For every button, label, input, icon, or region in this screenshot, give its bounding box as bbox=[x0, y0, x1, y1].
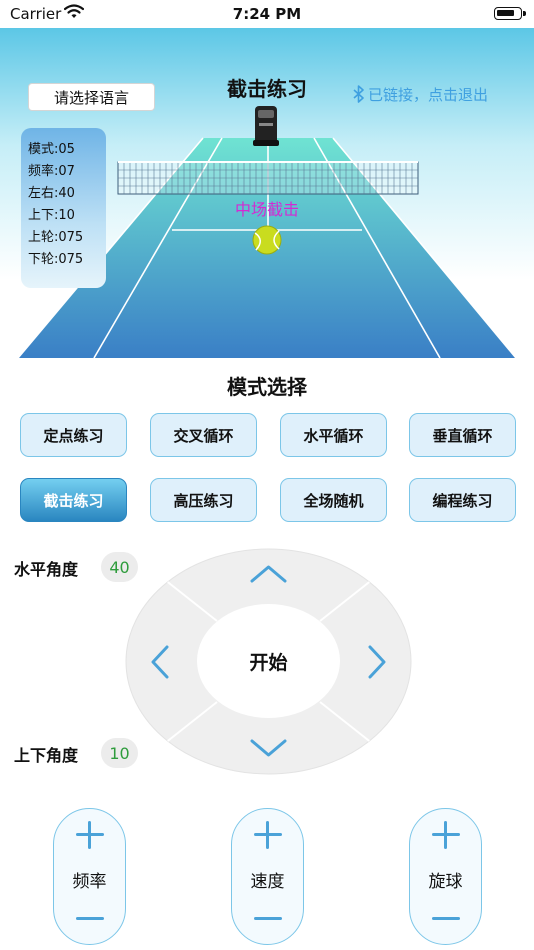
mode-section-title: 模式选择 bbox=[227, 375, 307, 399]
horizontal-angle-label: 水平角度 bbox=[14, 560, 79, 579]
mode-button-programming[interactable]: 编程练习 bbox=[409, 478, 516, 522]
mode-button-overhead[interactable]: 高压练习 bbox=[150, 478, 257, 522]
bluetooth-status-button[interactable]: 已链接，点击退出 bbox=[352, 84, 488, 105]
info-row-mode: 模式:05 bbox=[28, 142, 75, 157]
clock: 7:24 PM bbox=[232, 5, 302, 23]
status-bar: Carrier 7:24 PM bbox=[0, 0, 534, 28]
speed-plus-icon[interactable] bbox=[254, 821, 282, 849]
mode-button-vertical-loop[interactable]: 垂直循环 bbox=[409, 413, 516, 457]
frequency-label: 频率 bbox=[72, 872, 107, 892]
vertical-angle-label: 上下角度 bbox=[14, 746, 79, 765]
mode-button-volley[interactable]: 截击练习 bbox=[20, 478, 127, 522]
app-screen: Carrier 7:24 PM 请选择语言 截击练习 已链接，点击退出 模式:0… bbox=[0, 0, 534, 950]
ball-machine-icon bbox=[253, 106, 279, 146]
frequency-minus-icon[interactable] bbox=[76, 905, 104, 933]
spin-plus-icon[interactable] bbox=[432, 821, 460, 849]
zone-label: 中场截击 bbox=[234, 200, 299, 219]
speed-minus-icon[interactable] bbox=[254, 905, 282, 933]
info-row-top-wheel: 上轮:075 bbox=[28, 230, 84, 245]
bluetooth-icon bbox=[353, 85, 364, 103]
tennis-net bbox=[117, 161, 419, 195]
tennis-ball-icon bbox=[252, 225, 282, 255]
info-row-bottom-wheel: 下轮:075 bbox=[28, 252, 84, 267]
frequency-stepper: 频率 bbox=[53, 808, 126, 945]
mode-button-cross-loop[interactable]: 交叉循环 bbox=[150, 413, 257, 457]
speed-label: 速度 bbox=[250, 872, 285, 892]
frequency-plus-icon[interactable] bbox=[76, 821, 104, 849]
mode-button-fixed-point[interactable]: 定点练习 bbox=[20, 413, 127, 457]
speed-stepper: 速度 bbox=[231, 808, 304, 945]
mode-button-horizontal-loop[interactable]: 水平循环 bbox=[280, 413, 387, 457]
spin-minus-icon[interactable] bbox=[432, 905, 460, 933]
info-row-frequency: 频率:07 bbox=[28, 164, 75, 179]
court-hero: 请选择语言 截击练习 已链接，点击退出 模式:05 频率:07 左右:40 上下… bbox=[0, 28, 534, 364]
battery-icon bbox=[494, 7, 526, 20]
bluetooth-status-text: 已链接，点击退出 bbox=[368, 86, 489, 104]
spin-stepper: 旋球 bbox=[409, 808, 482, 945]
mode-button-full-random[interactable]: 全场随机 bbox=[280, 478, 387, 522]
start-button[interactable]: 开始 bbox=[197, 604, 340, 718]
spin-label: 旋球 bbox=[428, 872, 463, 892]
